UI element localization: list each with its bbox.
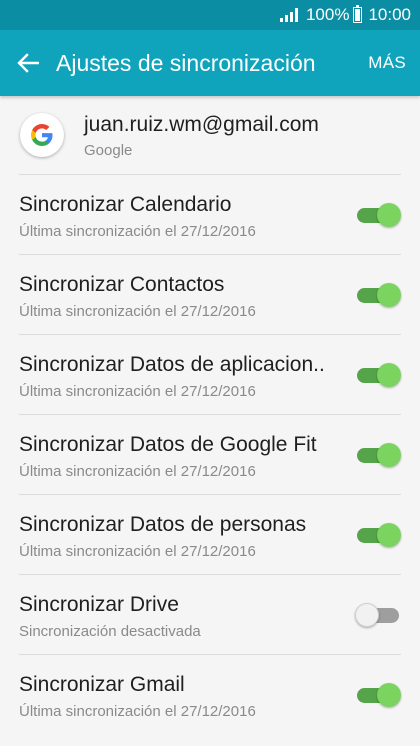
- sync-item-status: Última sincronización el 27/12/2016: [19, 303, 256, 320]
- sync-item-status: Última sincronización el 27/12/2016: [19, 543, 256, 560]
- sync-item-label: Sincronizar Calendario: [19, 193, 232, 216]
- battery-percentage: 100%: [305, 5, 350, 24]
- account-provider: Google: [84, 142, 133, 159]
- status-bar: 100% 10:00: [0, 0, 420, 30]
- sync-item-datos-aplicaciones[interactable]: Sincronizar Datos de aplicacion.. Última…: [19, 334, 401, 414]
- sync-item-contactos[interactable]: Sincronizar Contactos Última sincronizac…: [19, 254, 401, 334]
- account-email: juan.ruiz.wm@gmail.com: [84, 113, 319, 136]
- sync-item-label: Sincronizar Datos de aplicacion..: [19, 353, 325, 376]
- more-button[interactable]: MÁS: [368, 53, 420, 73]
- sync-item-status: Última sincronización el 27/12/2016: [19, 703, 256, 720]
- sync-toggle[interactable]: [357, 443, 401, 467]
- signal-icon: [279, 8, 298, 22]
- sync-toggle[interactable]: [357, 283, 401, 307]
- battery-icon: [353, 5, 363, 23]
- sync-item-label: Sincronizar Gmail: [19, 673, 185, 696]
- sync-item-google-fit[interactable]: Sincronizar Datos de Google Fit Última s…: [19, 414, 401, 494]
- sync-item-status: Sincronización desactivada: [19, 623, 201, 640]
- sync-item-label: Sincronizar Contactos: [19, 273, 225, 296]
- clock: 10:00: [368, 5, 411, 24]
- sync-item-gmail[interactable]: Sincronizar Gmail Última sincronización …: [19, 654, 401, 734]
- google-logo-icon: [20, 113, 64, 157]
- sync-item-status: Última sincronización el 27/12/2016: [19, 223, 256, 240]
- sync-item-label: Sincronizar Datos de Google Fit: [19, 433, 317, 456]
- sync-item-drive[interactable]: Sincronizar Drive Sincronización desacti…: [19, 574, 401, 654]
- back-arrow-icon: [17, 53, 39, 73]
- sync-toggle[interactable]: [357, 683, 401, 707]
- sync-toggle[interactable]: [357, 203, 401, 227]
- account-header: juan.ruiz.wm@gmail.com Google: [0, 96, 420, 174]
- sync-item-status: Última sincronización el 27/12/2016: [19, 463, 256, 480]
- sync-item-personas[interactable]: Sincronizar Datos de personas Última sin…: [19, 494, 401, 574]
- sync-item-calendario[interactable]: Sincronizar Calendario Última sincroniza…: [19, 174, 401, 254]
- page-title: Ajustes de sincronización: [56, 49, 316, 76]
- sync-toggle[interactable]: [357, 523, 401, 547]
- sync-item-status: Última sincronización el 27/12/2016: [19, 383, 256, 400]
- sync-list: Sincronizar Calendario Última sincroniza…: [0, 174, 420, 734]
- sync-toggle[interactable]: [357, 363, 401, 387]
- sync-item-label: Sincronizar Datos de personas: [19, 513, 307, 536]
- app-bar: Ajustes de sincronización MÁS: [0, 30, 420, 96]
- back-button[interactable]: [0, 30, 56, 96]
- sync-item-label: Sincronizar Drive: [19, 593, 179, 616]
- sync-toggle[interactable]: [355, 603, 399, 627]
